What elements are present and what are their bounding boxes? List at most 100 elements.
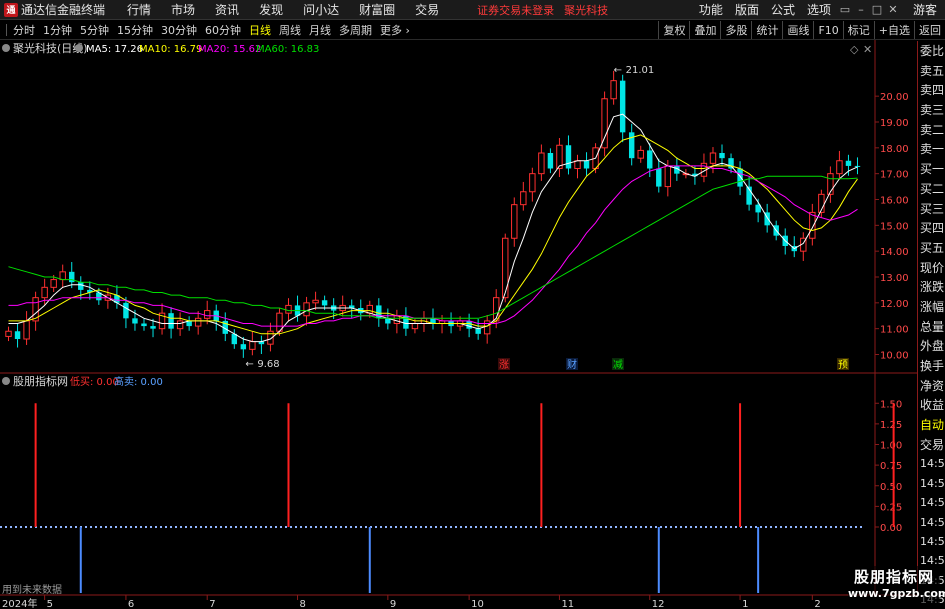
candle-body-down	[78, 282, 84, 290]
menu-news[interactable]: 资讯	[215, 1, 239, 18]
chart-tools: 复权 叠加 多股 统计 画线 F10 标记 +自选 返回	[658, 21, 945, 39]
marker-forecast: 预	[838, 359, 848, 371]
period-monthly[interactable]: 月线	[309, 22, 331, 38]
sb-earnings[interactable]: 收益	[918, 395, 945, 415]
sb-current-price[interactable]: 现价	[918, 258, 945, 278]
tool-overlay[interactable]: 叠加	[689, 21, 720, 39]
sb-ask4[interactable]: 卖四	[918, 80, 945, 100]
sb-net-assets[interactable]: 净资	[918, 376, 945, 396]
sb-ask5[interactable]: 卖五	[918, 61, 945, 81]
current-stock-name: 聚光科技	[564, 3, 609, 17]
quote-sidebar: 委比 卖五 卖四 卖三 卖二 卖一 买一 买二 买三 买四 买五 现价 涨跌 涨…	[917, 41, 945, 606]
period-60min[interactable]: 60分钟	[205, 22, 241, 38]
sb-ask1[interactable]: 卖一	[918, 139, 945, 159]
sb-ask3[interactable]: 卖三	[918, 100, 945, 120]
period-15min[interactable]: 15分钟	[117, 22, 153, 38]
sb-tick-time: 14:56	[920, 496, 945, 510]
price-tick-label: 11.00	[880, 325, 909, 336]
sb-turnover[interactable]: 换手	[918, 356, 945, 376]
candle-body-up	[836, 160, 843, 175]
candle-body-up	[5, 330, 12, 337]
period-multi[interactable]: 多周期	[339, 22, 372, 38]
period-30min[interactable]: 30分钟	[161, 22, 197, 38]
tool-add-watchlist[interactable]: +自选	[873, 21, 914, 39]
watermark-title: 股朋指标网	[853, 568, 934, 586]
candle-body-down	[583, 160, 590, 169]
period-1min[interactable]: 1分钟	[43, 22, 72, 38]
sb-bid2[interactable]: 买二	[918, 179, 945, 199]
ma20-label: MA20: 15.62	[198, 44, 261, 55]
candle-body-up	[393, 315, 401, 324]
sb-bid4[interactable]: 买四	[918, 218, 945, 238]
candle-body-up	[366, 304, 373, 314]
sb-tick-time: 14:56	[920, 476, 945, 490]
menu-functions[interactable]: 功能	[699, 1, 723, 18]
stock-chart[interactable]: 聚光科技(日线) MA5: 17.26 MA10: 16.79 MA20: 15…	[0, 40, 917, 609]
sb-tick-time: 14:56	[920, 457, 945, 471]
minimize-icon[interactable]: –	[853, 3, 869, 16]
month-tick-label: 10	[471, 599, 484, 609]
candle-body-down	[150, 326, 156, 329]
period-more[interactable]: 更多 ›	[380, 22, 410, 38]
sb-volume[interactable]: 总量	[918, 317, 945, 337]
candle-body-up	[312, 299, 319, 304]
menu-options[interactable]: 选项	[807, 1, 831, 18]
candle-body-down	[141, 323, 147, 327]
sb-auto[interactable]: 自动	[918, 415, 945, 435]
period-intraday[interactable]: 分时	[13, 22, 35, 38]
menu-market-quotes[interactable]: 行情	[127, 1, 151, 18]
sb-commission-ratio[interactable]: 委比	[918, 41, 945, 61]
indicator-settings-icon[interactable]	[2, 377, 10, 385]
month-tick-label: 9	[390, 599, 396, 609]
candle-body-down	[475, 328, 481, 334]
sb-bid3[interactable]: 买三	[918, 199, 945, 219]
indicator-header: 股朋指标网 低买: 0.00 高卖: 0.00	[2, 374, 163, 388]
period-5min[interactable]: 5分钟	[80, 22, 109, 38]
menu-market[interactable]: 市场	[171, 1, 195, 18]
guest-user[interactable]: 游客	[913, 1, 937, 18]
candle-body-down	[647, 150, 653, 169]
menu-formula[interactable]: 公式	[771, 1, 795, 18]
sb-change[interactable]: 涨跌	[918, 277, 945, 297]
close-icon[interactable]: ✕	[885, 3, 901, 16]
candle-body-up	[204, 310, 211, 319]
sb-bid5[interactable]: 买五	[918, 238, 945, 258]
period-daily[interactable]: 日线	[249, 22, 271, 38]
sb-change-pct[interactable]: 涨幅	[918, 297, 945, 317]
tool-adjust-price[interactable]: 复权	[658, 21, 689, 39]
expand-icon[interactable]: ◇	[850, 43, 859, 56]
menu-layout[interactable]: 版面	[735, 1, 759, 18]
sb-ask2[interactable]: 卖二	[918, 120, 945, 140]
chart-settings-icon[interactable]	[2, 44, 10, 52]
high-arrow-icon: ←	[614, 65, 622, 76]
sb-bid1[interactable]: 买一	[918, 159, 945, 179]
menu-discover[interactable]: 发现	[259, 1, 283, 18]
price-tick-label: 14.00	[880, 247, 909, 258]
menu-trade[interactable]: 交易	[415, 1, 439, 18]
price-tick-label: 16.00	[880, 196, 909, 207]
ma-settings-icon[interactable]	[75, 44, 83, 52]
tool-draw-line[interactable]: 画线	[782, 21, 813, 39]
candle-body-up	[511, 204, 518, 239]
app-logo-icon: 通	[4, 2, 18, 17]
tool-statistics[interactable]: 统计	[751, 21, 782, 39]
menu-ask[interactable]: 问小达	[303, 1, 339, 18]
candle-body-down	[656, 168, 662, 187]
tool-f10[interactable]: F10	[813, 21, 842, 39]
restore-window-icon[interactable]: ▭	[837, 3, 853, 16]
period-weekly[interactable]: 周线	[279, 22, 301, 38]
month-tick-label: 5	[47, 599, 53, 609]
close-panel-icon[interactable]: ✕	[863, 43, 872, 56]
candle-body-up	[303, 302, 310, 317]
sb-outer-volume[interactable]: 外盘	[918, 336, 945, 356]
tool-mark[interactable]: 标记	[842, 21, 874, 39]
price-tick-label: 19.00	[880, 118, 909, 129]
menu-wealth-circle[interactable]: 财富圈	[359, 1, 395, 18]
tool-multi-stock[interactable]: 多股	[720, 21, 751, 39]
tool-back[interactable]: 返回	[914, 21, 945, 39]
candle-body-down	[719, 153, 725, 159]
candle-body-down	[854, 165, 861, 167]
sb-trade[interactable]: 交易	[918, 435, 945, 455]
login-warning[interactable]: 证券交易未登录	[477, 2, 554, 18]
maximize-icon[interactable]: □	[869, 3, 885, 16]
